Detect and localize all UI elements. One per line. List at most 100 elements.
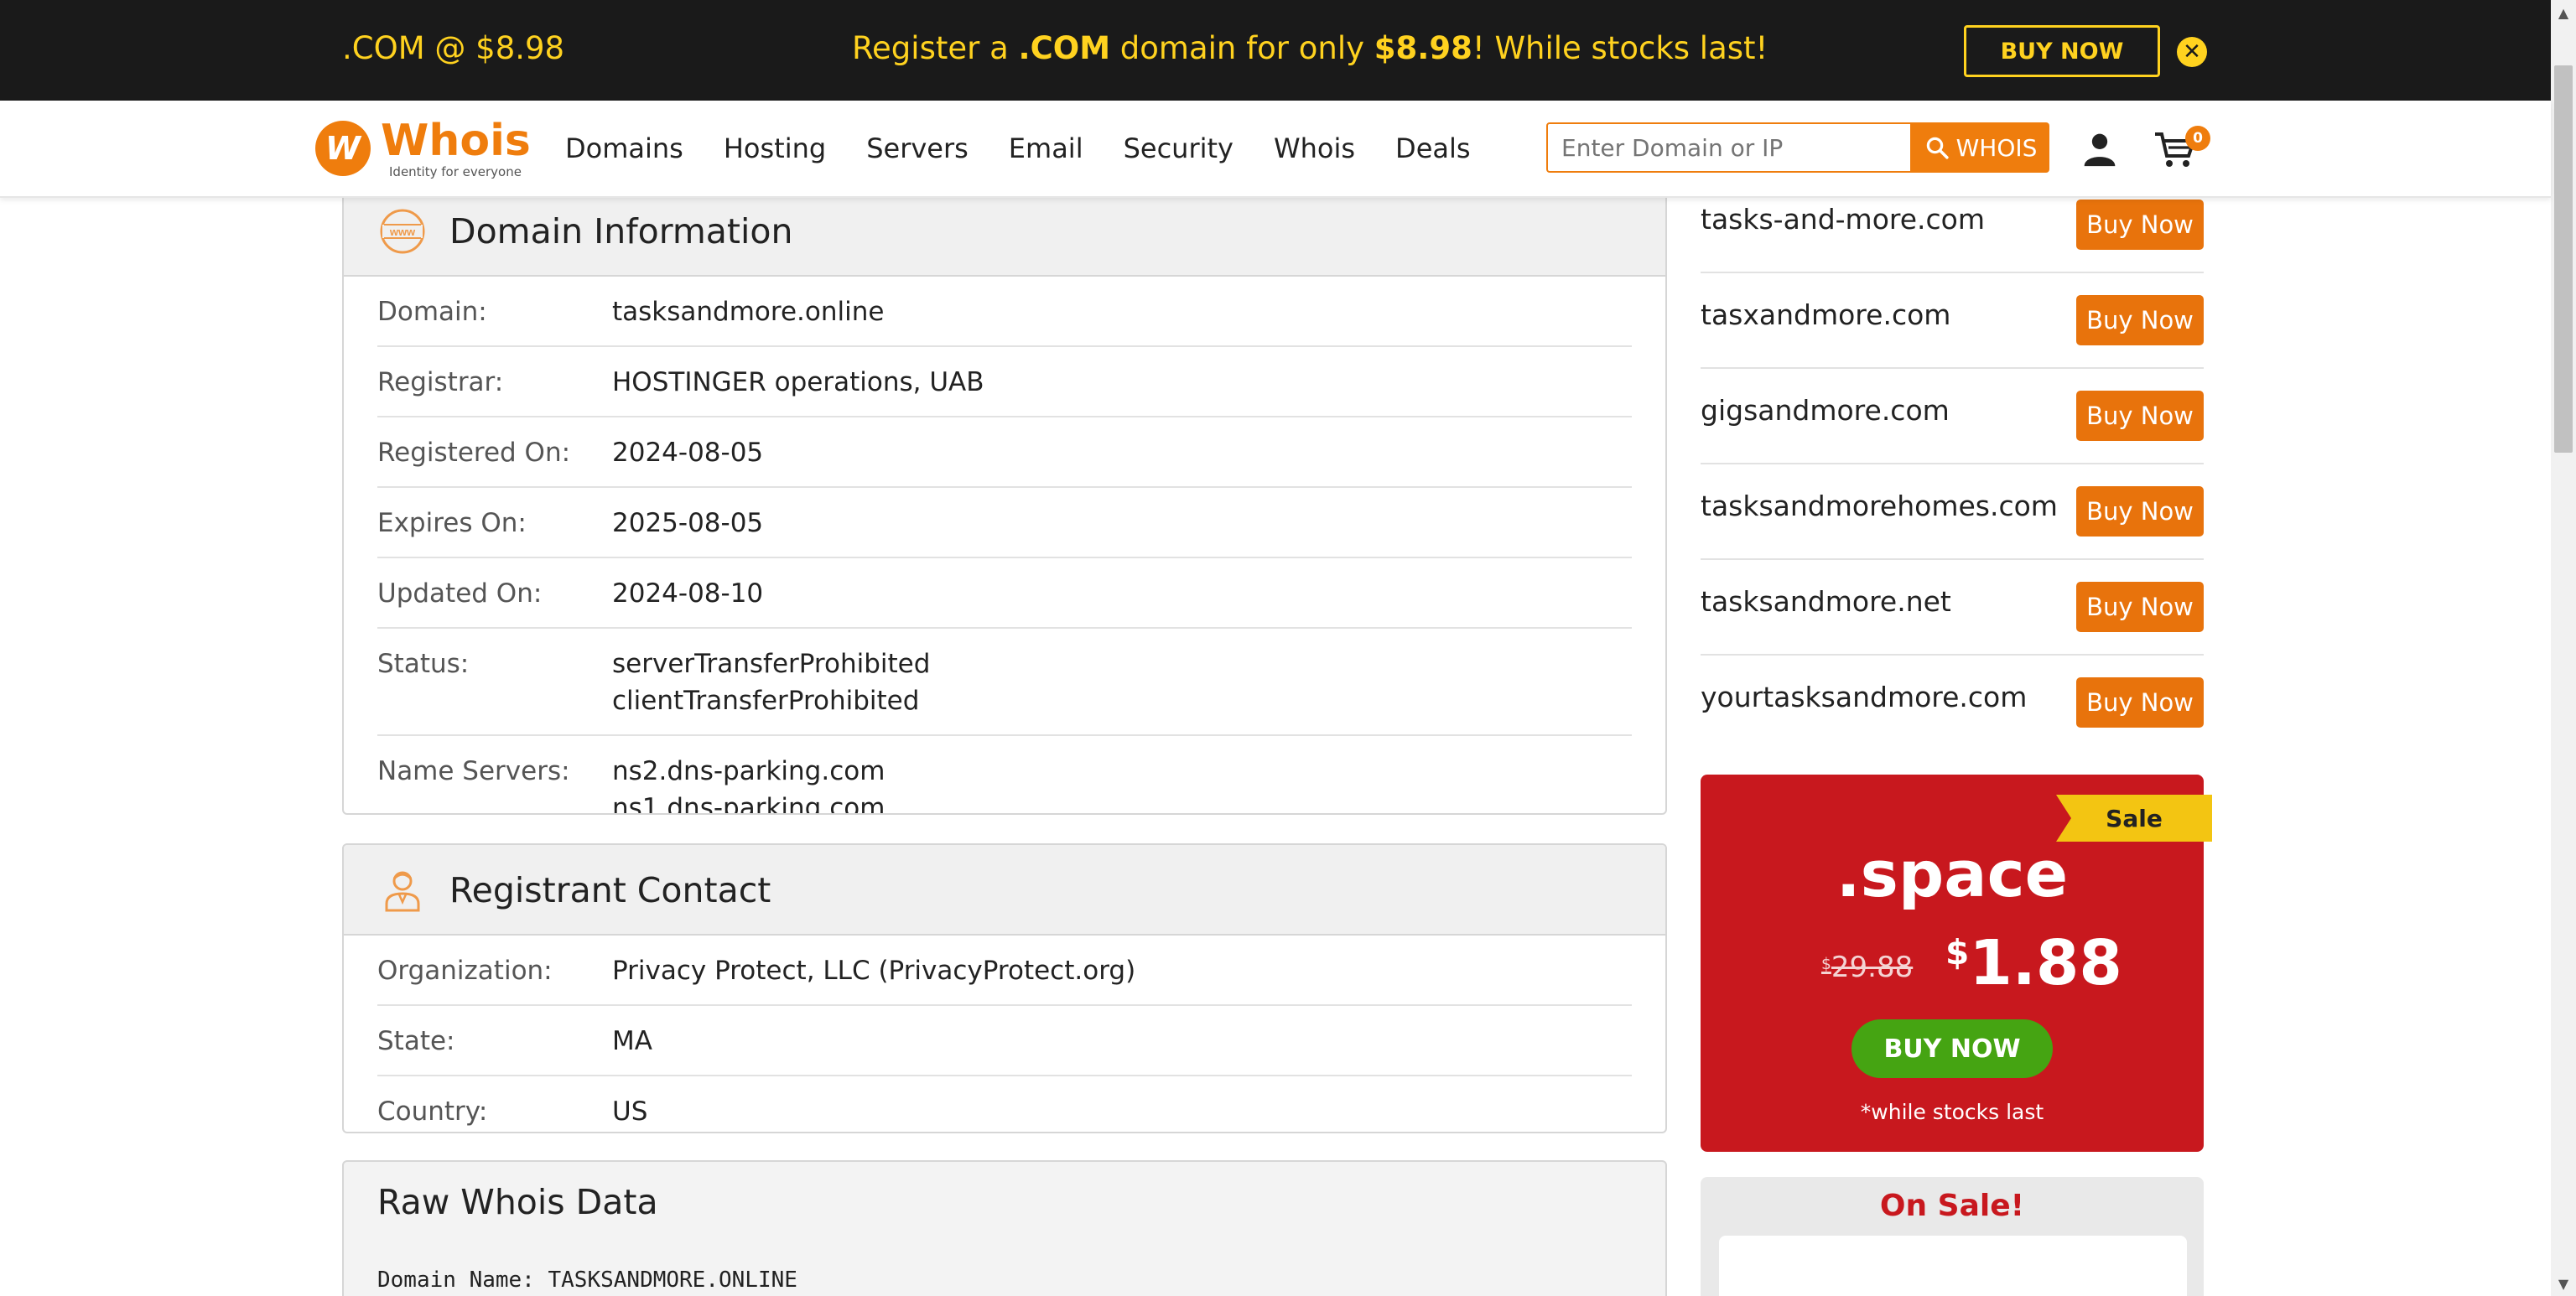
- cart-count-badge: 0: [2185, 126, 2210, 151]
- scroll-down-arrow-icon[interactable]: ▼: [2551, 1271, 2576, 1296]
- suggestion-buy-now-button[interactable]: Buy Now: [2076, 391, 2204, 441]
- promo-message: Register a .COM domain for only $8.98! W…: [852, 30, 1768, 66]
- sale-buy-now-button[interactable]: BUY NOW: [1852, 1019, 2053, 1078]
- row-value: ns2.dns-parking.com ns1.dns-parking.com: [612, 753, 886, 815]
- nav-item-email[interactable]: Email: [1009, 132, 1083, 164]
- sale-new-price: $1.88: [1945, 927, 2122, 999]
- person-contact-icon: [385, 871, 420, 912]
- row-label: Status:: [377, 649, 470, 679]
- nav-item-servers[interactable]: Servers: [866, 132, 969, 164]
- currency-symbol: $: [1821, 956, 1831, 973]
- row-label: Domain:: [377, 297, 487, 327]
- info-row-expires-on: Expires On: 2025-08-05: [377, 488, 1632, 558]
- suggestion-buy-now-button[interactable]: Buy Now: [2076, 486, 2204, 537]
- row-value: Privacy Protect, LLC (PrivacyProtect.org…: [612, 956, 1136, 986]
- suggested-domain-name[interactable]: tasksandmorehomes.com: [1701, 490, 2058, 522]
- row-label: Organization:: [377, 956, 553, 986]
- old-price-amount: 29.88: [1831, 951, 1914, 984]
- row-value: tasksandmore.online: [612, 297, 885, 327]
- raw-whois-title: Raw Whois Data: [377, 1182, 658, 1222]
- row-label: State:: [377, 1026, 455, 1056]
- registrant-contact-panel: Registrant Contact Organization: Privacy…: [342, 843, 1667, 1133]
- logo-wordmark: Whois: [381, 116, 531, 166]
- registrant-contact-header: Registrant Contact: [344, 845, 1665, 936]
- suggested-domain-name[interactable]: tasxandmore.com: [1701, 298, 1950, 331]
- panel-title: Domain Information: [449, 211, 793, 251]
- suggested-domain-name[interactable]: tasksandmore.net: [1701, 585, 1951, 618]
- sale-ribbon: Sale: [2056, 795, 2212, 842]
- whois-search-button[interactable]: WHOIS: [1912, 122, 2049, 173]
- on-sale-title: On Sale!: [1879, 1189, 2025, 1223]
- suggested-domain-name[interactable]: yourtasksandmore.com: [1701, 681, 2027, 713]
- nav-menu: Domains Hosting Servers Email Security W…: [565, 132, 1471, 164]
- name-server-1: ns2.dns-parking.com: [612, 756, 886, 786]
- info-row-name-servers: Name Servers: ns2.dns-parking.com ns1.dn…: [377, 736, 1632, 815]
- currency-symbol: $: [1945, 932, 1970, 972]
- logo-mark-icon: W: [315, 121, 371, 176]
- contact-row-state: State: MA: [377, 1006, 1632, 1076]
- sale-tld: .space: [1836, 837, 2069, 911]
- panel-title: Registrant Contact: [449, 870, 771, 910]
- contact-row-organization: Organization: Privacy Protect, LLC (Priv…: [377, 936, 1632, 1006]
- info-row-updated-on: Updated On: 2024-08-10: [377, 558, 1632, 629]
- domain-info-rows: Domain: tasksandmore.online Registrar: H…: [344, 277, 1665, 815]
- search-input[interactable]: [1548, 124, 1910, 171]
- domain-information-header: www Domain Information: [344, 186, 1665, 277]
- scrollbar-thumb[interactable]: [2554, 65, 2573, 453]
- suggested-domain-name[interactable]: gigsandmore.com: [1701, 394, 1950, 427]
- nav-item-deals[interactable]: Deals: [1395, 132, 1471, 164]
- logo-tagline: Identity for everyone: [389, 164, 522, 179]
- close-icon[interactable]: ✕: [2177, 37, 2207, 67]
- status-value-1: serverTransferProhibited: [612, 649, 931, 679]
- domain-information-panel: www Domain Information Domain: tasksandm…: [342, 184, 1667, 815]
- promo-bar: .COM @ $8.98 Register a .COM domain for …: [0, 0, 2551, 101]
- suggestion-buy-now-button[interactable]: Buy Now: [2076, 295, 2204, 345]
- registrant-rows: Organization: Privacy Protect, LLC (Priv…: [344, 936, 1665, 1132]
- name-server-2: ns1.dns-parking.com: [612, 793, 886, 815]
- suggestion-item: yourtasksandmore.com Buy Now: [1701, 656, 2204, 751]
- sale-note: *while stocks last: [1860, 1100, 2044, 1124]
- row-value: MA: [612, 1026, 652, 1056]
- nav-item-hosting[interactable]: Hosting: [724, 132, 826, 164]
- row-value: HOSTINGER operations, UAB: [612, 367, 984, 397]
- suggestion-item: tasxandmore.com Buy Now: [1701, 273, 2204, 369]
- promo-short-offer: .COM @ $8.98: [342, 30, 565, 66]
- suggested-domain-name[interactable]: tasks-and-more.com: [1701, 203, 1985, 236]
- status-value-2: clientTransferProhibited: [612, 686, 920, 716]
- user-account-icon[interactable]: [2081, 131, 2118, 168]
- promo-buy-now-button[interactable]: BUY NOW: [1964, 25, 2160, 77]
- row-label: Registrar:: [377, 367, 504, 397]
- on-sale-content: [1719, 1236, 2187, 1296]
- whois-logo[interactable]: W Whois Identity for everyone: [315, 116, 531, 181]
- suggestion-item: tasksandmore.net Buy Now: [1701, 560, 2204, 656]
- raw-whois-text: Domain Name: TASKSANDMORE.ONLINE: [377, 1267, 797, 1293]
- info-row-registrar: Registrar: HOSTINGER operations, UAB: [377, 347, 1632, 417]
- nav-item-domains[interactable]: Domains: [565, 132, 683, 164]
- row-label: Registered On:: [377, 438, 571, 468]
- scroll-up-arrow-icon[interactable]: ▲: [2551, 0, 2576, 25]
- info-row-status: Status: serverTransferProhibited clientT…: [377, 629, 1632, 736]
- www-globe-icon: www: [380, 209, 425, 254]
- suggestion-buy-now-button[interactable]: Buy Now: [2076, 677, 2204, 728]
- raw-whois-panel: Raw Whois Data Domain Name: TASKSANDMORE…: [342, 1160, 1667, 1296]
- row-value: 2024-08-10: [612, 578, 764, 609]
- sale-old-price: $29.88: [1821, 951, 1913, 984]
- nav-item-security[interactable]: Security: [1124, 132, 1233, 164]
- contact-row-country: Country: US: [377, 1076, 1632, 1132]
- row-label: Country:: [377, 1096, 488, 1127]
- row-label: Expires On:: [377, 508, 527, 538]
- row-value: serverTransferProhibited clientTransferP…: [612, 645, 930, 719]
- suggestion-buy-now-button[interactable]: Buy Now: [2076, 582, 2204, 632]
- info-row-registered-on: Registered On: 2024-08-05: [377, 417, 1632, 488]
- new-price-amount: 1.88: [1969, 927, 2122, 999]
- suggestion-item: gigsandmore.com Buy Now: [1701, 369, 2204, 464]
- suggestion-buy-now-button[interactable]: Buy Now: [2076, 200, 2204, 250]
- suggestion-item: tasksandmorehomes.com Buy Now: [1701, 464, 2204, 560]
- search-field-wrapper: [1546, 122, 1912, 173]
- row-value: US: [612, 1096, 648, 1127]
- svg-text:www: www: [389, 226, 416, 238]
- nav-item-whois[interactable]: Whois: [1274, 132, 1355, 164]
- search-button-label: WHOIS: [1955, 133, 2038, 162]
- search-icon: [1926, 137, 1949, 159]
- row-value: 2025-08-05: [612, 508, 764, 538]
